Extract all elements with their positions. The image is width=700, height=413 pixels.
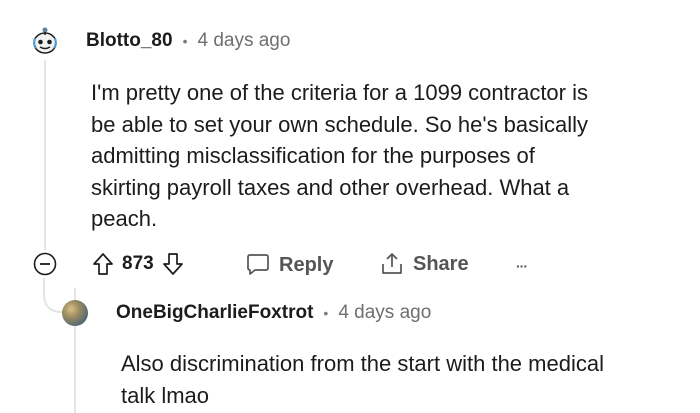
comment-line: talk lmao bbox=[121, 382, 210, 408]
reply-body: Also discrimination from the start with … bbox=[121, 348, 691, 411]
more-options-button[interactable]: ··· bbox=[516, 258, 528, 276]
share-button[interactable]: Share bbox=[379, 251, 469, 277]
comment-line: peach. bbox=[91, 206, 158, 231]
share-label: Share bbox=[413, 252, 469, 275]
comment-header: Blotto_80 • 4 days ago bbox=[86, 30, 290, 52]
reply-icon bbox=[247, 254, 269, 275]
downvote-icon bbox=[162, 253, 183, 275]
comment-line: be able to set your own schedule. So he'… bbox=[91, 111, 589, 137]
comment-body: I'm pretty one of the criteria for a 109… bbox=[91, 77, 691, 235]
reply-header: OneBigCharlieFoxtrot • 4 days ago bbox=[116, 302, 431, 324]
reply-button[interactable]: Reply bbox=[245, 253, 333, 277]
timestamp[interactable]: 4 days ago bbox=[338, 302, 431, 324]
comment-line: skirting payroll taxes and other overhea… bbox=[91, 174, 570, 200]
collapse-button[interactable] bbox=[33, 252, 57, 276]
snoo-avatar-icon bbox=[33, 27, 57, 54]
comment-line: I'm pretty one of the criteria for a 109… bbox=[91, 80, 588, 105]
upvote-button[interactable] bbox=[92, 252, 114, 276]
collapse-icon bbox=[33, 252, 57, 276]
vote-count: 873 bbox=[122, 253, 154, 274]
avatar[interactable] bbox=[30, 26, 60, 56]
downvote-button[interactable] bbox=[162, 252, 184, 276]
separator-dot: • bbox=[323, 305, 329, 321]
upvote-icon bbox=[93, 253, 113, 275]
username[interactable]: OneBigCharlieFoxtrot bbox=[116, 302, 313, 324]
timestamp[interactable]: 4 days ago bbox=[197, 30, 290, 52]
separator-dot: • bbox=[182, 33, 188, 49]
share-icon bbox=[382, 253, 402, 274]
more-icon: ··· bbox=[516, 258, 528, 274]
reply-label: Reply bbox=[279, 253, 334, 276]
vote-group: 873 bbox=[92, 252, 184, 276]
username[interactable]: Blotto_80 bbox=[86, 30, 173, 52]
comment-line: admitting misclassification for the purp… bbox=[91, 143, 535, 168]
comment-line: Also discrimination from the start with … bbox=[121, 351, 604, 376]
thread-line-root[interactable] bbox=[44, 60, 46, 250]
avatar[interactable] bbox=[62, 300, 88, 326]
